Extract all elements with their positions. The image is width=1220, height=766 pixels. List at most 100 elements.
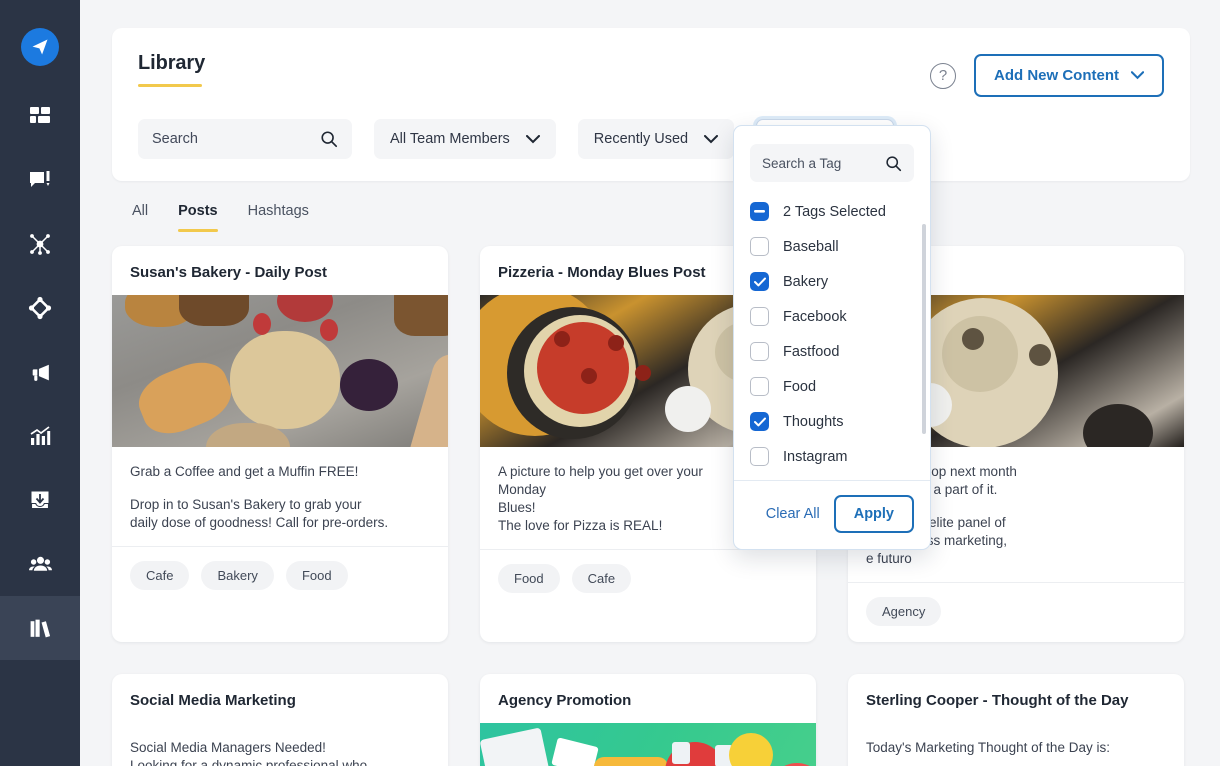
checkbox-unchecked-icon[interactable] xyxy=(750,237,769,256)
card-image-agency xyxy=(480,723,816,766)
checkbox-unchecked-icon[interactable] xyxy=(750,377,769,396)
add-new-content-button[interactable]: Add New Content xyxy=(974,54,1164,97)
card-body: Social Media Managers Needed! Looking fo… xyxy=(112,723,448,766)
filter-row: All Team Members Recently Used Tags (0/2… xyxy=(138,119,1164,159)
chevron-down-icon xyxy=(526,135,540,144)
tab-posts-label: Posts xyxy=(178,203,218,227)
checkbox-unchecked-icon[interactable] xyxy=(750,342,769,361)
chevron-down-icon xyxy=(704,135,718,144)
apply-button[interactable]: Apply xyxy=(834,495,914,533)
filter-team-members[interactable]: All Team Members xyxy=(374,119,556,159)
tag-option-facebook[interactable]: Facebook xyxy=(734,299,930,334)
tab-posts[interactable]: Posts xyxy=(178,203,218,232)
sidebar-item-engage[interactable] xyxy=(0,276,80,340)
search-box[interactable] xyxy=(138,119,352,159)
tag-option-baseball[interactable]: Baseball xyxy=(734,229,930,264)
filter-recently-used[interactable]: Recently Used xyxy=(578,119,734,159)
tag-option-label: Fastfood xyxy=(783,344,839,360)
tag-chip[interactable]: Food xyxy=(498,564,560,593)
sidebar-item-network[interactable] xyxy=(0,212,80,276)
sidebar-item-analytics[interactable] xyxy=(0,404,80,468)
compose-message-icon xyxy=(28,168,52,192)
tag-option-instagram[interactable]: Instagram xyxy=(734,439,930,474)
content-card[interactable]: Social Media Marketing Social Media Mana… xyxy=(112,674,448,766)
checkbox-unchecked-icon[interactable] xyxy=(750,447,769,466)
page-title-underline xyxy=(138,84,202,87)
tag-chip[interactable]: Cafe xyxy=(130,561,189,590)
sidebar-item-inbox[interactable] xyxy=(0,468,80,532)
tag-chip[interactable]: Bakery xyxy=(201,561,273,590)
tag-search-input[interactable] xyxy=(762,156,880,171)
sidebar-item-library[interactable] xyxy=(0,596,80,660)
tag-search-box[interactable] xyxy=(750,144,914,182)
filter-recently-used-label: Recently Used xyxy=(594,131,688,147)
megaphone-icon xyxy=(28,360,53,385)
content-card[interactable]: Susan's Bakery - Daily Post Grab a Coffe… xyxy=(112,246,448,642)
tag-chip[interactable]: Cafe xyxy=(572,564,631,593)
content-card[interactable]: Sterling Cooper - Thought of the Day Tod… xyxy=(848,674,1184,766)
tab-all-label: All xyxy=(132,203,148,227)
card-paragraph: Grab a Coffee and get a Muffin FREE! xyxy=(130,463,430,481)
card-body: Grab a Coffee and get a Muffin FREE! Dro… xyxy=(112,447,448,546)
sidebar-item-campaigns[interactable] xyxy=(0,340,80,404)
tag-option-label: Facebook xyxy=(783,309,847,325)
tag-option-label: Baseball xyxy=(783,239,839,255)
paper-plane-icon xyxy=(30,37,50,57)
sidebar-item-dashboard[interactable] xyxy=(0,84,80,148)
help-icon[interactable]: ? xyxy=(930,63,956,89)
sidebar-item-compose[interactable] xyxy=(0,148,80,212)
tab-all[interactable]: All xyxy=(132,203,148,227)
search-icon xyxy=(320,130,338,148)
card-body: Today's Marketing Thought of the Day is: xyxy=(848,723,1184,766)
search-input[interactable] xyxy=(152,131,302,147)
page-title: Library xyxy=(138,52,205,81)
tag-option-fastfood[interactable]: Fastfood xyxy=(734,334,930,369)
clear-all-button[interactable]: Clear All xyxy=(766,506,820,522)
tag-option-select-all[interactable]: 2 Tags Selected xyxy=(734,194,930,229)
tag-chip[interactable]: Agency xyxy=(866,597,941,626)
card-image-bakery xyxy=(112,295,448,447)
header-actions: ? Add New Content xyxy=(930,54,1164,97)
card-tags: Food Cafe xyxy=(480,549,816,609)
tag-option-food[interactable]: Food xyxy=(734,369,930,404)
tag-option-thoughts[interactable]: Thoughts xyxy=(734,404,930,439)
tags-dropdown-panel: 2 Tags Selected Baseball Bakery Facebook xyxy=(733,125,931,550)
tags-dropdown-footer: Clear All Apply xyxy=(734,480,930,549)
tag-option-label: Thoughts xyxy=(783,414,843,430)
tag-chip[interactable]: Food xyxy=(286,561,348,590)
tag-option-label: Food xyxy=(783,379,816,395)
grid-icon xyxy=(28,104,52,128)
search-icon xyxy=(885,155,902,172)
tag-option-label: Bakery xyxy=(783,274,828,290)
card-title: Sterling Cooper - Thought of the Day xyxy=(848,674,1184,723)
card-paragraph: Today's Marketing Thought of the Day is: xyxy=(866,739,1166,757)
app-logo[interactable] xyxy=(21,28,59,66)
card-paragraph: Drop in to Susan's Bakery to grab your d… xyxy=(130,496,430,532)
main-content: Library ? Add New Content xyxy=(80,0,1220,766)
card-paragraph: Social Media Managers Needed! Looking fo… xyxy=(130,739,430,766)
tag-list-scrollbar[interactable] xyxy=(922,224,926,434)
app-root: Library ? Add New Content xyxy=(0,0,1220,766)
filter-team-members-label: All Team Members xyxy=(390,131,510,147)
people-group-icon xyxy=(28,552,53,577)
checkbox-indeterminate-icon[interactable] xyxy=(750,202,769,221)
chevron-down-icon xyxy=(1131,71,1144,80)
checkbox-checked-icon[interactable] xyxy=(750,412,769,431)
card-title: Susan's Bakery - Daily Post xyxy=(112,246,448,295)
content-card[interactable]: Agency Promotion xyxy=(480,674,816,766)
library-header-card: Library ? Add New Content xyxy=(112,28,1190,181)
books-icon xyxy=(28,616,53,641)
card-tags: Agency xyxy=(848,582,1184,642)
checkbox-unchecked-icon[interactable] xyxy=(750,307,769,326)
checkbox-checked-icon[interactable] xyxy=(750,272,769,291)
add-new-content-label: Add New Content xyxy=(994,67,1119,84)
tab-hashtags[interactable]: Hashtags xyxy=(248,203,309,227)
tag-option-label: 2 Tags Selected xyxy=(783,204,886,220)
tag-option-label: Instagram xyxy=(783,449,847,465)
tab-active-underline xyxy=(178,229,218,232)
card-title: Social Media Marketing xyxy=(112,674,448,723)
card-tags: Cafe Bakery Food xyxy=(112,546,448,606)
sidebar-item-team[interactable] xyxy=(0,532,80,596)
tag-option-bakery[interactable]: Bakery xyxy=(734,264,930,299)
tag-options-list: 2 Tags Selected Baseball Bakery Facebook xyxy=(734,190,930,480)
